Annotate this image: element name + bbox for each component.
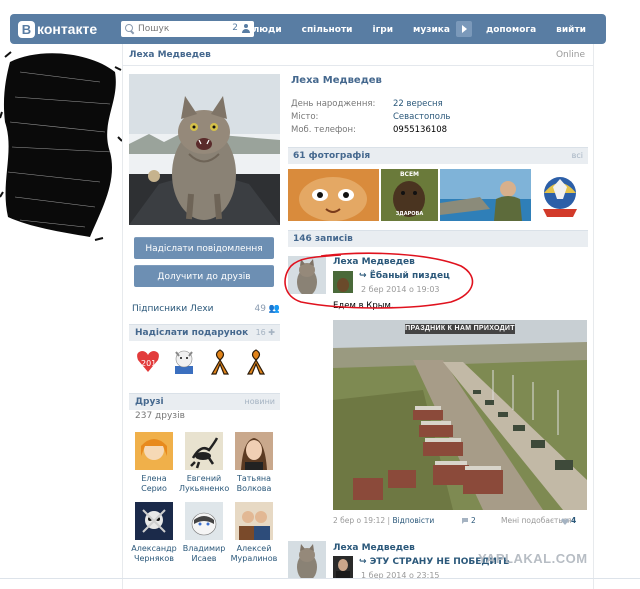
- play-icon[interactable]: [455, 21, 472, 37]
- watermark: YAPLAKAL.COM: [478, 551, 588, 566]
- wall-title: 146 записів: [293, 234, 353, 244]
- friend-first-name: Владимир: [182, 544, 226, 553]
- comment-icon[interactable]: [461, 517, 469, 525]
- info-label: День народження:: [291, 99, 376, 109]
- friend-avatar: [185, 432, 223, 470]
- birthday-link[interactable]: 22 вересня: [393, 99, 443, 109]
- photos-title: 61 фотографія: [293, 151, 371, 161]
- gift-ribbon-icon[interactable]: [207, 346, 233, 376]
- friend-card[interactable]: Владимир Исаев: [179, 502, 229, 564]
- info-label: Місто:: [291, 112, 319, 122]
- page-title[interactable]: Леха Медведев: [129, 50, 211, 60]
- phone-value: 0955136108: [393, 125, 448, 135]
- search-count: 2: [232, 23, 238, 33]
- photo-thumb[interactable]: [288, 169, 379, 221]
- svg-text:2014: 2014: [141, 359, 161, 368]
- repost-thumbnail[interactable]: [333, 556, 353, 578]
- post-author-avatar[interactable]: [288, 541, 326, 579]
- redaction-scribble: [0, 51, 122, 241]
- friend-last-name: Черняков: [134, 554, 174, 563]
- photos-all-link[interactable]: всі: [572, 151, 583, 160]
- friend-avatar: [235, 432, 273, 470]
- friend-first-name: Алексей: [236, 544, 272, 553]
- friend-avatar: [135, 432, 173, 470]
- comment-count[interactable]: 2: [471, 516, 476, 525]
- friends-header[interactable]: Друзі новини: [129, 393, 280, 410]
- reply-link[interactable]: Відповісти: [392, 516, 434, 525]
- friend-last-name: Волкова: [236, 484, 272, 493]
- post-image-caption: ПРАЗДНИК К НАМ ПРИХОДИТ: [405, 324, 515, 334]
- search-icon: [125, 24, 135, 34]
- profile-content: Леха Медведев Online Надіслати повідомле…: [122, 44, 594, 589]
- nav-logout[interactable]: вийти: [556, 25, 586, 35]
- city-link[interactable]: Севастополь: [393, 112, 450, 122]
- nav-music[interactable]: музика: [413, 25, 450, 35]
- person-icon: [242, 24, 250, 33]
- wall-header[interactable]: 146 записів: [288, 230, 588, 247]
- friend-card[interactable]: Александр Черняков: [129, 502, 179, 564]
- photo-caption-top: ВСЕМ: [399, 171, 420, 178]
- like-count[interactable]: 4: [571, 516, 576, 525]
- photo-thumb[interactable]: [440, 169, 531, 221]
- cat-photo: [129, 74, 280, 225]
- followers-count: 49 👥: [254, 304, 280, 314]
- vk-logo[interactable]: B контакте: [18, 20, 97, 38]
- followers-label: Підписники Лехи: [132, 304, 214, 314]
- post-footer: 2 бер о 19:12 | Відповісти 2 Мені подоба…: [333, 516, 577, 525]
- friend-last-name: Муралинов: [230, 554, 278, 563]
- red-highlight-oval: [284, 252, 474, 309]
- bottom-divider: [0, 578, 640, 579]
- friend-card[interactable]: Елена Серио: [129, 432, 179, 494]
- send-message-button[interactable]: Надіслати повідомлення: [134, 237, 274, 259]
- profile-name: Леха Медведев: [291, 75, 382, 86]
- friend-card[interactable]: Татьяна Волкова: [229, 432, 279, 494]
- friend-first-name: Евгений: [186, 474, 222, 483]
- friend-first-name: Елена: [141, 474, 167, 483]
- online-status: Online: [555, 50, 585, 60]
- friend-card[interactable]: Евгений Лукьяненко: [179, 432, 229, 494]
- friend-first-name: Татьяна: [236, 474, 272, 483]
- friends-news-link[interactable]: новини: [245, 397, 275, 406]
- gift-dog-icon[interactable]: [171, 346, 197, 376]
- top-navigation: люди спільноти ігри музика допомога вийт…: [253, 21, 606, 37]
- photo-thumb[interactable]: ВСЕМ ЗДАРОВА: [381, 169, 438, 221]
- logo-text: контакте: [37, 21, 98, 37]
- logo-badge: B: [18, 20, 35, 38]
- gift-ribbon-icon-2[interactable]: [243, 346, 269, 376]
- profile-avatar[interactable]: [129, 74, 280, 225]
- top-bar: B контакте Пошук 2 люди спільноти ігри м…: [10, 14, 606, 44]
- gift-heart-icon[interactable]: 2014: [135, 346, 161, 376]
- page-header: Леха Медведев Online: [123, 44, 593, 66]
- friend-last-name: Серио: [141, 484, 167, 493]
- friends-count: 237 друзів: [135, 411, 185, 421]
- search-input[interactable]: Пошук 2: [121, 21, 254, 37]
- friend-card[interactable]: Алексей Муралинов: [229, 502, 279, 564]
- heart-icon[interactable]: [561, 518, 569, 525]
- friend-avatar: [135, 502, 173, 540]
- post-author-name[interactable]: Леха Медведев: [333, 543, 415, 553]
- add-friend-button[interactable]: Долучити до друзів: [134, 265, 274, 287]
- nav-people[interactable]: люди: [253, 25, 282, 35]
- friend-last-name: Исаев: [191, 554, 217, 563]
- photo-thumb[interactable]: [533, 169, 588, 221]
- post-image[interactable]: ПРАЗДНИК К НАМ ПРИХОДИТ: [333, 320, 587, 510]
- search-placeholder: Пошук: [138, 24, 170, 34]
- friend-avatar: [185, 502, 223, 540]
- friend-last-name: Лукьяненко: [179, 484, 230, 493]
- followers-link[interactable]: Підписники Лехи 49 👥: [132, 304, 280, 314]
- gifts-header[interactable]: Надіслати подарунок 16 ✚: [129, 324, 280, 341]
- friends-title: Друзі: [135, 397, 164, 407]
- friend-first-name: Александр: [131, 544, 177, 553]
- post-date-link[interactable]: 2 бер о 19:12: [333, 516, 385, 525]
- photo-caption-bottom: ЗДАРОВА: [395, 211, 424, 217]
- gifts-title: Надіслати подарунок: [135, 328, 249, 338]
- gifts-count: 16 ✚: [255, 328, 275, 337]
- nav-help[interactable]: допомога: [486, 25, 536, 35]
- info-label: Моб. телефон:: [291, 125, 356, 135]
- nav-communities[interactable]: спільноти: [302, 25, 353, 35]
- photos-header[interactable]: 61 фотографія всі: [288, 147, 588, 164]
- friend-avatar: [235, 502, 273, 540]
- nav-games[interactable]: ігри: [372, 25, 393, 35]
